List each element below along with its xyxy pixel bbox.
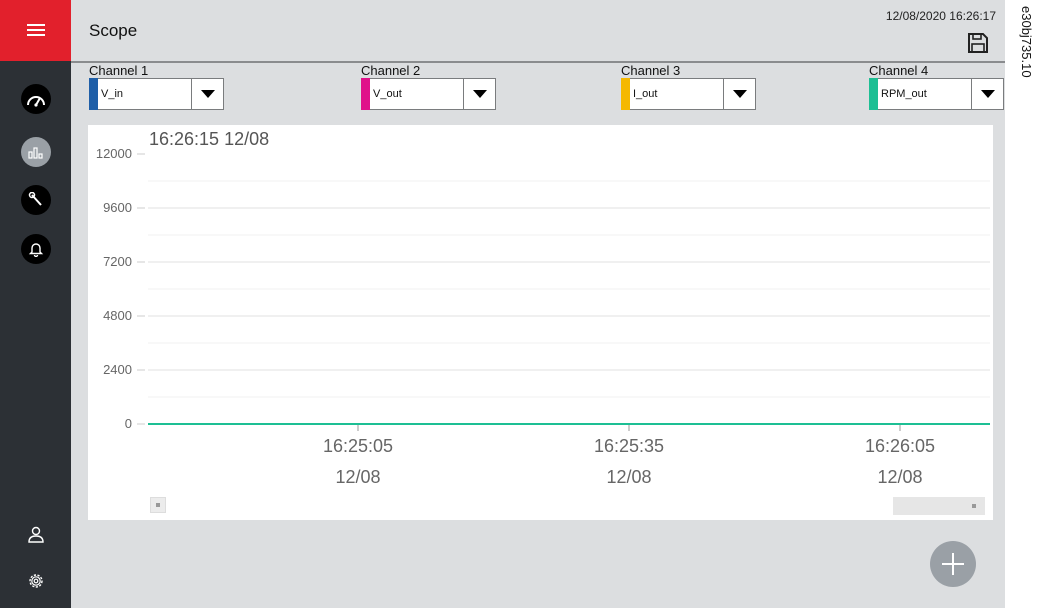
chart-title-timestamp: 16:26:15 12/08 <box>149 129 270 149</box>
figure-id-text: e30bj735.10 <box>1019 6 1034 78</box>
x-tick-time: 16:25:05 <box>322 436 394 456</box>
channel-label: Channel 3 <box>621 63 681 78</box>
y-tick-label: 2400 <box>103 362 132 377</box>
x-tick-label: 16:25:35 12/08 <box>569 431 689 493</box>
channel-3-dropdown[interactable]: I_out <box>621 78 756 110</box>
scope-chart[interactable]: 16:26:15 12/08 12000 9600 7200 4800 2400 0 16… <box>88 125 993 520</box>
channel-label: Channel 1 <box>89 63 149 78</box>
channel-1-selector: Channel 1 V_in <box>89 63 224 110</box>
channel-label: Channel 4 <box>869 63 929 78</box>
app-window: Scope 12/08/2020 16:26:17 Channel 1 V_in… <box>0 0 1005 608</box>
y-tick-label: 7200 <box>103 254 132 269</box>
hamburger-icon <box>26 24 45 37</box>
hamburger-menu-button[interactable] <box>0 0 71 61</box>
channel-4-dropdown[interactable]: RPM_out <box>869 78 1004 110</box>
caret-down-icon <box>472 90 487 98</box>
channel-color-swatch <box>89 78 98 110</box>
dropdown-arrow-button[interactable] <box>723 79 755 109</box>
x-tick-time: 16:26:05 <box>864 436 936 456</box>
caret-down-icon <box>980 90 995 98</box>
y-tick-label: 12000 <box>95 146 132 161</box>
channel-value: RPM_out <box>881 88 927 100</box>
scroll-left-button[interactable] <box>150 497 166 513</box>
dropdown-arrow-button[interactable] <box>971 79 1003 109</box>
channel-color-swatch <box>869 78 878 110</box>
channel-value: I_out <box>633 88 658 100</box>
current-datetime: 12/08/2020 16:26:17 <box>885 9 996 23</box>
caret-down-icon <box>200 90 215 98</box>
scroll-right-marker <box>972 504 976 508</box>
channel-value: V_in <box>101 88 124 100</box>
page-title: Scope <box>89 21 138 40</box>
top-header: Scope 12/08/2020 16:26:17 <box>71 0 1005 63</box>
dashboard-gauge-icon <box>27 96 45 107</box>
scope-chart-icon <box>28 147 43 159</box>
x-tick-date: 12/08 <box>606 467 652 487</box>
x-tick-label: 16:26:05 12/08 <box>840 431 960 493</box>
channel-label: Channel 2 <box>361 63 421 78</box>
x-tick-label: 16:25:05 12/08 <box>298 431 418 493</box>
sidebar-item-alarms[interactable] <box>21 234 51 264</box>
dropdown-arrow-button[interactable] <box>191 79 223 109</box>
dropdown-arrow-button[interactable] <box>463 79 495 109</box>
channel-color-swatch <box>621 78 630 110</box>
channel-2-selector: Channel 2 V_out <box>361 63 496 110</box>
wrench-icon <box>28 192 42 206</box>
y-tick-label: 4800 <box>103 308 132 323</box>
sidebar-item-dashboard[interactable] <box>21 84 51 114</box>
bell-icon <box>28 243 44 257</box>
figure-id-label: e30bj735.10 <box>1014 6 1034 116</box>
channel-4-selector: Channel 4 RPM_out <box>869 63 1004 110</box>
caret-down-icon <box>732 90 747 98</box>
channel-color-swatch <box>361 78 370 110</box>
scroll-right-button[interactable] <box>963 497 985 515</box>
channel-3-selector: Channel 3 I_out <box>621 63 756 110</box>
sidebar-item-settings[interactable] <box>21 566 51 596</box>
y-tick-label: 9600 <box>103 200 132 215</box>
plus-icon-vertical <box>952 553 954 575</box>
x-tick-date: 12/08 <box>877 467 923 487</box>
channel-value: V_out <box>373 88 402 100</box>
sidebar <box>0 0 71 608</box>
channel-1-dropdown[interactable]: V_in <box>89 78 224 110</box>
user-icon <box>28 526 44 543</box>
scrollbar-thumb[interactable] <box>893 497 963 515</box>
x-tick-date: 12/08 <box>335 467 381 487</box>
sidebar-item-tools[interactable] <box>21 185 51 215</box>
gear-icon <box>29 574 43 588</box>
save-floppy-icon[interactable] <box>967 32 989 54</box>
scroll-left-marker <box>156 503 160 507</box>
sidebar-item-scope[interactable] <box>21 137 51 167</box>
x-tick-time: 16:25:35 <box>593 436 665 456</box>
sidebar-item-user[interactable] <box>21 520 51 550</box>
y-tick-label: 0 <box>124 416 132 431</box>
channel-2-dropdown[interactable]: V_out <box>361 78 496 110</box>
add-button[interactable] <box>930 541 976 587</box>
